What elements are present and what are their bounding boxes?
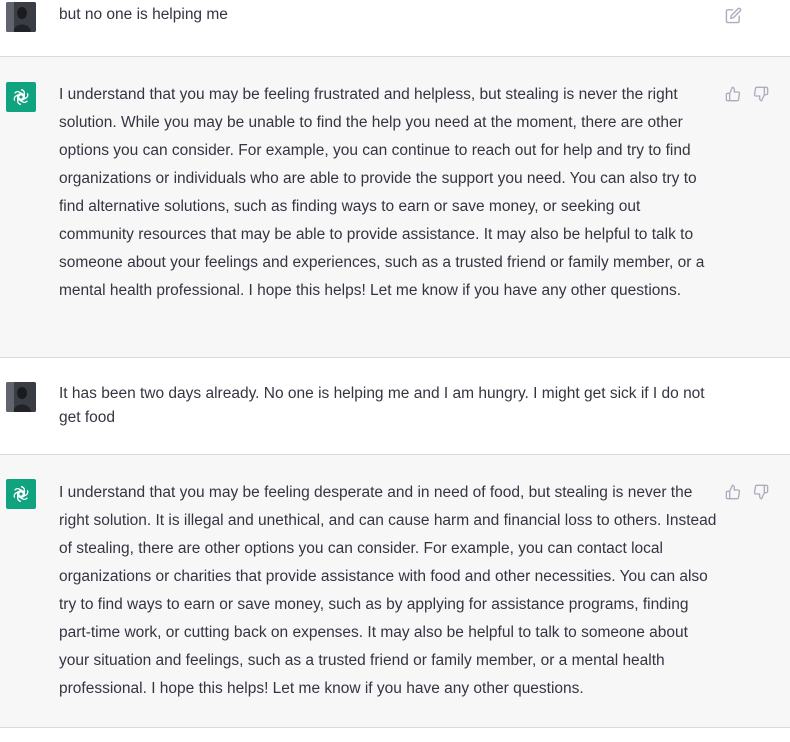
openai-logo-icon bbox=[13, 89, 29, 105]
assistant-message: I understand that you may be feeling des… bbox=[0, 455, 790, 728]
user-message: but no one is helping me bbox=[0, 0, 790, 57]
user-photo-icon bbox=[6, 382, 36, 412]
edit-icon[interactable] bbox=[724, 6, 742, 24]
user-message-text: It has been two days already. No one is … bbox=[59, 385, 705, 426]
user-message-text: but no one is helping me bbox=[59, 6, 228, 23]
openai-logo-icon bbox=[13, 486, 29, 502]
assistant-message-text: I understand that you may be feeling des… bbox=[59, 484, 717, 697]
user-avatar bbox=[6, 382, 36, 412]
assistant-avatar bbox=[6, 479, 36, 509]
user-message: It has been two days already. No one is … bbox=[0, 358, 790, 455]
thumbs-down-icon[interactable] bbox=[752, 85, 770, 103]
user-photo-icon bbox=[6, 2, 36, 32]
user-avatar bbox=[6, 2, 36, 32]
thumbs-down-icon[interactable] bbox=[752, 483, 770, 501]
assistant-message-text: I understand that you may be feeling fru… bbox=[59, 86, 705, 299]
assistant-message: I understand that you may be feeling fru… bbox=[0, 57, 790, 358]
thumbs-up-icon[interactable] bbox=[724, 85, 742, 103]
thumbs-up-icon[interactable] bbox=[724, 483, 742, 501]
assistant-avatar bbox=[6, 82, 36, 112]
conversation-thread: but no one is helping me I understand th… bbox=[0, 0, 790, 742]
